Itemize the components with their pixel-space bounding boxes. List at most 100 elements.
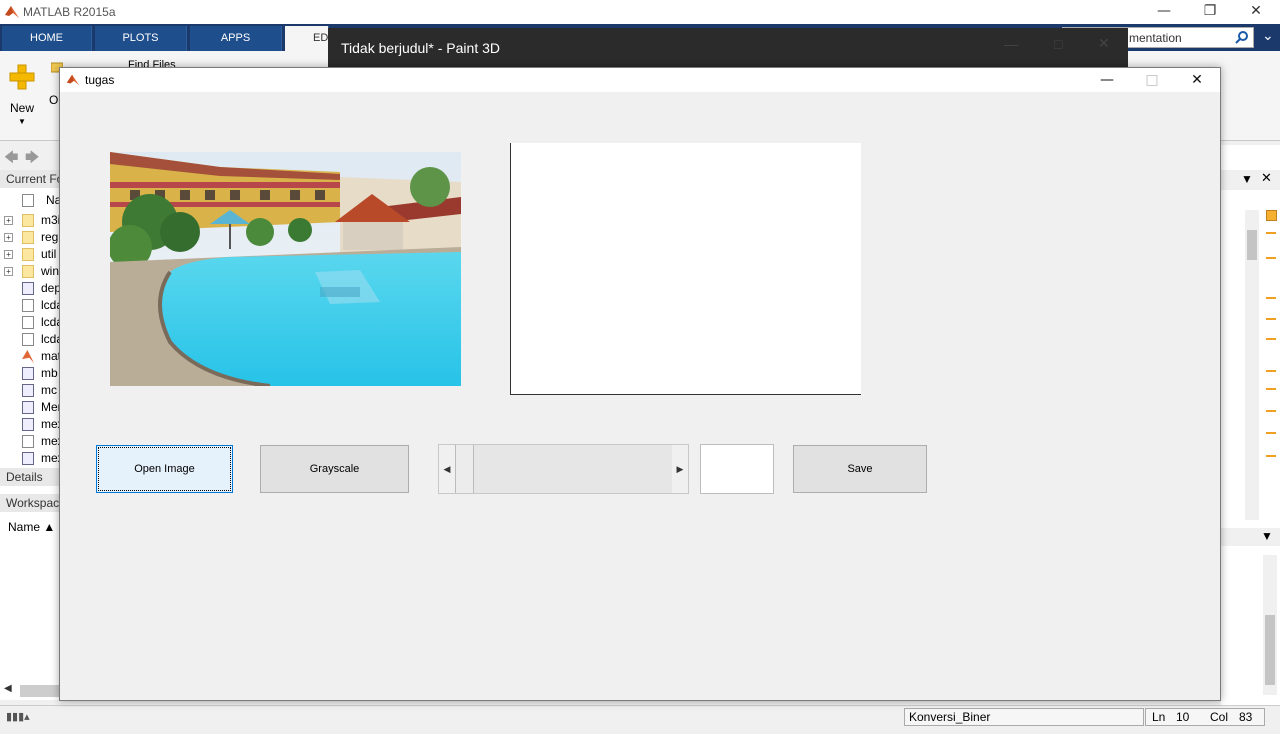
command-scrollbar[interactable] (1263, 555, 1277, 695)
forward-arrow-icon[interactable]: 🡆 (25, 147, 39, 171)
col-label: Col (1210, 710, 1229, 724)
restore-icon[interactable]: ❐ (1187, 0, 1233, 24)
ln-value: 10 (1176, 710, 1190, 724)
workspace-name-column[interactable]: Name ▲ (0, 519, 60, 536)
file-name: regi (41, 230, 60, 244)
code-analyzer-marker (1266, 370, 1276, 372)
file-list-item[interactable]: + util (0, 246, 60, 263)
file-list-item[interactable]: mc (0, 382, 60, 399)
workspace-header: Workspac (0, 494, 60, 512)
maximize-icon[interactable]: □ (1054, 36, 1062, 52)
file-name: mex (41, 451, 60, 465)
current-folder-panel: Current Fo Na + m3i + regi + util + win dep lcda l… (0, 170, 60, 700)
collapse-toolstrip-icon[interactable]: ⌄ (1262, 28, 1274, 44)
file-list-item[interactable]: mex (0, 433, 60, 450)
status-file-name: Konversi_Biner (904, 708, 1144, 726)
paint3d-title: Tidak berjudul* - Paint 3D (341, 40, 501, 56)
code-analyzer-marker (1266, 257, 1276, 259)
file-list-item[interactable]: mex (0, 450, 60, 467)
threshold-slider[interactable]: ◀ ▶ (438, 444, 689, 494)
search-icon[interactable] (1235, 30, 1249, 44)
minimize-icon[interactable]: — (1004, 36, 1018, 52)
pool-photo (110, 152, 461, 386)
tab-apps[interactable]: APPS (190, 26, 282, 51)
processed-image-axes (510, 143, 861, 395)
details-header: Details (0, 468, 60, 486)
scrollbar-thumb[interactable] (1265, 615, 1275, 685)
minimize-icon[interactable]: — (1141, 0, 1187, 24)
close-panel-icon[interactable]: ✕ (1261, 171, 1272, 186)
slider-right-arrow-icon[interactable]: ▶ (672, 445, 688, 493)
name-column-header[interactable]: Na (0, 192, 60, 209)
mex-file-icon (22, 418, 34, 431)
expand-icon[interactable]: + (4, 267, 13, 276)
file-list-item[interactable]: dep (0, 280, 60, 297)
file-list-item[interactable]: mat (0, 348, 60, 365)
file-name: mex (41, 434, 60, 448)
file-list-item[interactable]: lcda (0, 297, 60, 314)
threshold-value-field[interactable] (700, 444, 774, 494)
close-icon[interactable]: ✕ (1174, 68, 1220, 92)
file-name: win (41, 264, 60, 278)
expand-icon[interactable]: + (4, 216, 13, 225)
minimize-icon[interactable]: — (1084, 68, 1130, 92)
folder-file-icon (22, 231, 34, 244)
close-icon[interactable]: ✕ (1233, 0, 1279, 24)
file-icon (22, 194, 34, 207)
doc-file-icon (22, 333, 34, 346)
file-list-item[interactable]: + regi (0, 229, 60, 246)
new-label: New (10, 101, 35, 115)
file-list-item[interactable]: mb (0, 365, 60, 382)
open-image-button[interactable]: Open Image (96, 445, 233, 493)
tab-home[interactable]: HOME (2, 26, 92, 51)
code-analyzer-marker (1266, 455, 1276, 457)
paint3d-window[interactable]: Tidak berjudul* - Paint 3D — □ ✕ (328, 28, 1128, 68)
status-grip-icon: ▮▮▮▴ (6, 711, 30, 723)
back-arrow-icon[interactable]: 🡄 (4, 147, 18, 171)
figure-window: tugas — □ ✕ Open Image Grayscale ◀ ▶ Sav… (59, 67, 1221, 701)
file-list-item[interactable]: Mer (0, 399, 60, 416)
dropdown-arrow-icon: ▼ (18, 117, 26, 126)
current-folder-header: Current Fo (0, 170, 60, 188)
code-analyzer-marker (1266, 338, 1276, 340)
panel-options-icon[interactable]: ▼ (1261, 529, 1273, 543)
matlab-title: MATLAB R2015a (23, 5, 116, 19)
file-list-item[interactable]: lcda (0, 331, 60, 348)
scrollbar-thumb[interactable] (1247, 230, 1257, 260)
maximize-icon[interactable]: □ (1129, 68, 1175, 92)
file-name: mex (41, 417, 60, 431)
file-name: Mer (41, 400, 60, 414)
tab-editor[interactable]: EDI (285, 26, 331, 51)
warning-indicator-icon[interactable] (1266, 210, 1277, 221)
command-window-header: ▼ (1221, 528, 1280, 546)
slider-thumb[interactable] (455, 445, 474, 493)
file-list-item[interactable]: + win (0, 263, 60, 280)
ln-label: Ln (1152, 710, 1166, 724)
tab-plots[interactable]: PLOTS (95, 26, 187, 51)
vertical-scrollbar[interactable] (1245, 210, 1259, 520)
file-name: mc (41, 383, 57, 397)
figure-title: tugas (85, 73, 115, 87)
slider-left-arrow-icon[interactable]: ◀ (439, 445, 455, 493)
expand-icon[interactable]: + (4, 233, 13, 242)
mex-file-icon (22, 401, 34, 414)
mex-file-icon (22, 367, 34, 380)
panel-options-icon[interactable]: ▼ (1241, 172, 1253, 186)
col-value: 83 (1239, 710, 1253, 724)
file-list-item[interactable]: + m3i (0, 212, 60, 229)
expand-icon[interactable]: + (4, 250, 13, 259)
new-button[interactable]: New ▼ (6, 59, 38, 129)
close-icon[interactable]: ✕ (1098, 36, 1110, 52)
mex-file-icon (22, 452, 34, 465)
grayscale-button[interactable]: Grayscale (260, 445, 409, 493)
save-button[interactable]: Save (793, 445, 927, 493)
file-list-item[interactable]: mex (0, 416, 60, 433)
code-analyzer-marker (1266, 410, 1276, 412)
doc-file-icon (22, 299, 34, 312)
scroll-left-icon[interactable]: ◀ (4, 683, 12, 694)
horizontal-scrollbar[interactable] (20, 685, 60, 697)
file-list-item[interactable]: lcda (0, 314, 60, 331)
mex-file-icon (22, 282, 34, 295)
doc-file-icon (22, 316, 34, 329)
mex-file-icon (22, 384, 34, 397)
